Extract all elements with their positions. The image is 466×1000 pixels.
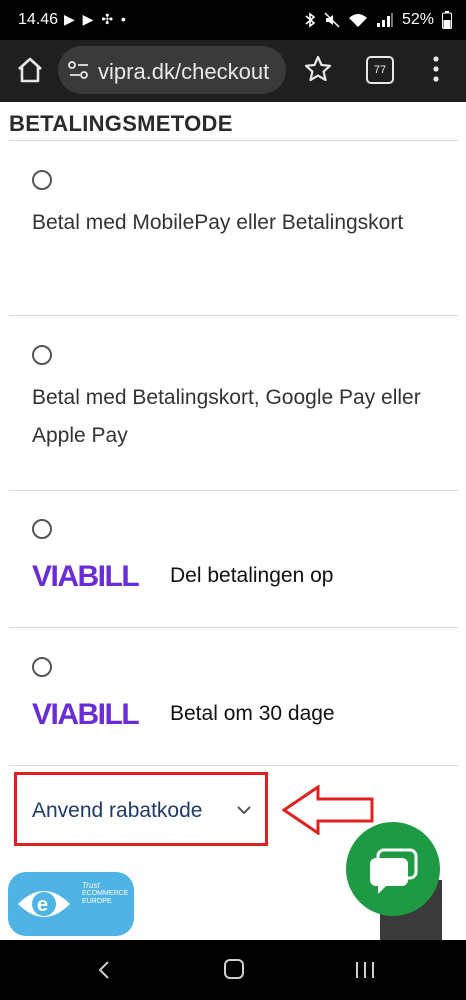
battery-percent: 52%: [401, 11, 434, 28]
payment-option-viabill-30days-radio[interactable]: [32, 657, 52, 677]
browser-toolbar: vipra.dk/checkout 77: [0, 40, 466, 102]
notification-icons: ▶ ▶ ✣ •: [64, 11, 128, 27]
svg-text:VIABILL: VIABILL: [32, 700, 139, 726]
status-right: 52%: [304, 11, 452, 29]
home-nav-icon[interactable]: [224, 959, 244, 979]
trust-ecommerce-europe-badge[interactable]: e Trust ECOMMERCE EUROPE: [8, 872, 134, 936]
mute-icon: [324, 12, 340, 28]
divider: [9, 765, 458, 766]
tab-switcher-button[interactable]: 77: [366, 56, 394, 84]
divider: [9, 627, 458, 628]
divider: [9, 140, 458, 141]
svg-text:VIABILL: VIABILL: [32, 562, 139, 588]
chevron-down-icon[interactable]: [236, 804, 252, 816]
signal-icon: [376, 13, 393, 27]
overflow-menu-icon[interactable]: [428, 54, 444, 84]
status-time: 14.46: [18, 11, 59, 28]
payment-method-heading: BETALINGSMETODE: [9, 111, 233, 136]
apply-discount-code-toggle[interactable]: Anvend rabatkode: [32, 799, 202, 823]
bluetooth-icon: [305, 12, 316, 28]
bookmark-star-icon[interactable]: [303, 54, 333, 84]
payment-option-viabill-30days-label[interactable]: Betal om 30 dage: [170, 702, 335, 726]
viabill-logo: VIABILL: [32, 700, 141, 726]
checkout-content: BETALINGSMETODE Betal med MobilePay elle…: [0, 102, 466, 940]
viabill-logo: VIABILL: [32, 562, 141, 588]
trust-eye-icon: e: [18, 891, 70, 917]
address-bar[interactable]: vipra.dk/checkout: [58, 46, 286, 94]
url-text: vipra.dk/checkout: [98, 59, 270, 84]
payment-option-card-label[interactable]: Betal med Betalingskort, Google Pay elle…: [32, 379, 432, 455]
svg-text:e: e: [37, 894, 48, 916]
divider: [9, 490, 458, 491]
trust-badge-text: Trust ECOMMERCE EUROPE: [82, 881, 129, 906]
payment-option-viabill-split-radio[interactable]: [32, 519, 52, 539]
home-icon[interactable]: [14, 54, 46, 86]
chat-button[interactable]: [346, 822, 440, 916]
site-settings-icon[interactable]: [68, 61, 90, 79]
payment-option-card-radio[interactable]: [32, 345, 52, 365]
payment-option-mobilepay-label[interactable]: Betal med MobilePay eller Betalingskort: [32, 204, 432, 242]
chat-bubbles-icon: [370, 848, 418, 894]
system-navigation-bar: [0, 940, 466, 1000]
divider: [9, 315, 458, 316]
status-bar: 14.46 ▶ ▶ ✣ • 52%: [0, 0, 466, 40]
back-icon[interactable]: [96, 960, 112, 980]
recents-icon[interactable]: [354, 960, 376, 980]
payment-option-viabill-split-label[interactable]: Del betalingen op: [170, 564, 333, 588]
wifi-icon: [348, 14, 367, 27]
battery-icon: [442, 11, 452, 29]
payment-option-mobilepay-radio[interactable]: [32, 170, 52, 190]
